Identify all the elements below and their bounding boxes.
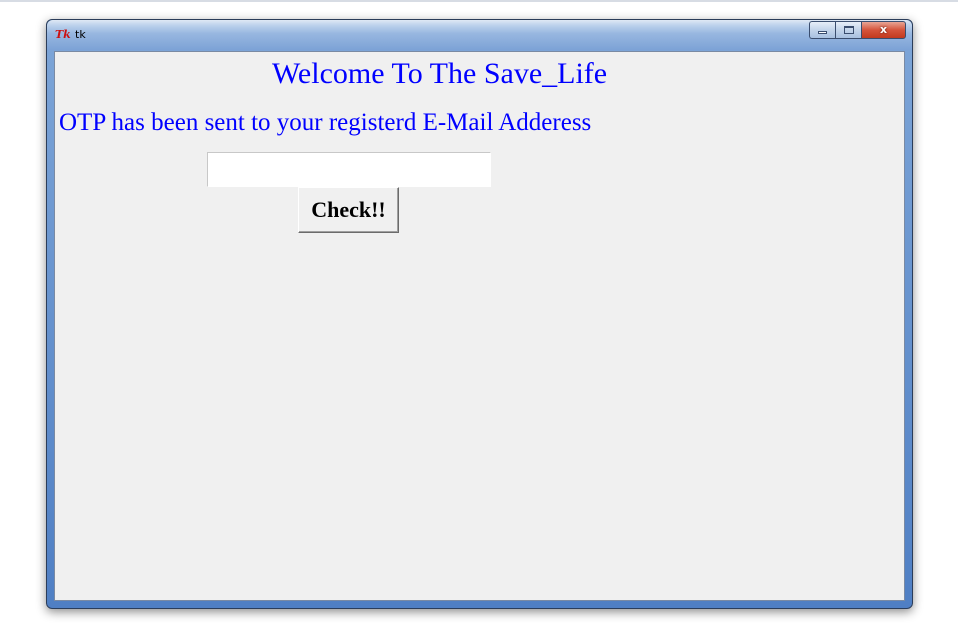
desktop: Tk tk x Welcome To The Save_Life OTP has… (0, 0, 958, 635)
tk-feather-icon: Tk (55, 28, 71, 41)
client-area: Welcome To The Save_Life OTP has been se… (54, 51, 905, 601)
otp-input[interactable] (207, 152, 491, 187)
title-bar[interactable]: Tk tk x (47, 20, 912, 50)
maximize-icon (844, 26, 854, 34)
close-button[interactable]: x (861, 21, 906, 39)
maximize-button[interactable] (835, 21, 861, 39)
minimize-icon (818, 31, 827, 34)
top-edge-strip (0, 0, 958, 2)
window-title: tk (75, 28, 86, 41)
minimize-button[interactable] (809, 21, 835, 39)
check-button[interactable]: Check!! (298, 187, 399, 233)
close-icon: x (879, 23, 888, 36)
caption-buttons: x (809, 21, 906, 40)
otp-sent-message: OTP has been sent to your registerd E-Ma… (59, 109, 592, 136)
page-title: Welcome To The Save_Life (272, 57, 608, 90)
app-window: Tk tk x Welcome To The Save_Life OTP has… (46, 19, 913, 609)
